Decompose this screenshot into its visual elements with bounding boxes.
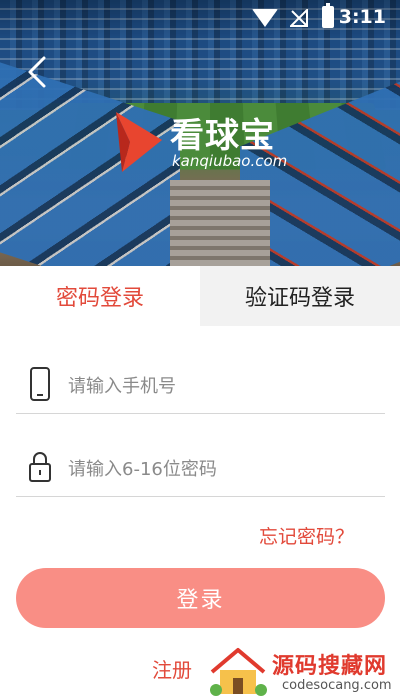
phone-icon: [30, 367, 50, 401]
login-tabs: 密码登录 验证码登录: [0, 266, 400, 326]
forgot-password-link[interactable]: 忘记密码？: [259, 522, 354, 549]
chevron-left-icon[interactable]: [20, 52, 54, 92]
stadium-banner: 3:11 看球宝 kanqiubao.com: [0, 0, 400, 266]
tab-code-login[interactable]: 验证码登录: [200, 266, 400, 326]
lock-icon: [29, 452, 51, 482]
wifi-icon: [252, 9, 278, 27]
red-play-triangle-icon: [116, 112, 162, 172]
password-input[interactable]: [68, 451, 368, 487]
logo-title: 看球宝: [170, 116, 275, 156]
watermark-title: 源码搜藏网: [272, 654, 388, 679]
phone-input[interactable]: [68, 368, 368, 404]
logo-subtitle: kanqiubao.com: [172, 152, 288, 170]
register-link[interactable]: 注册: [152, 654, 192, 683]
password-field: [16, 445, 385, 497]
watermark-url: codesocang.com: [282, 678, 392, 693]
login-button[interactable]: 登录: [16, 568, 385, 628]
battery-charging-icon: [322, 3, 334, 28]
no-signal-icon: [290, 9, 308, 27]
status-time: 3:11: [338, 6, 386, 28]
status-bar: 3:11: [0, 0, 400, 36]
login-screen: 3:11 看球宝 kanqiubao.com 密码登录 验证码登录 请输入手机号…: [0, 0, 400, 700]
phone-field: [16, 362, 385, 414]
house-logo-icon: [210, 648, 267, 696]
site-watermark: 源码搜藏网 codesocang.com: [204, 640, 400, 700]
app-logo: 看球宝 kanqiubao.com: [112, 108, 292, 178]
tab-password-login[interactable]: 密码登录: [0, 266, 200, 326]
